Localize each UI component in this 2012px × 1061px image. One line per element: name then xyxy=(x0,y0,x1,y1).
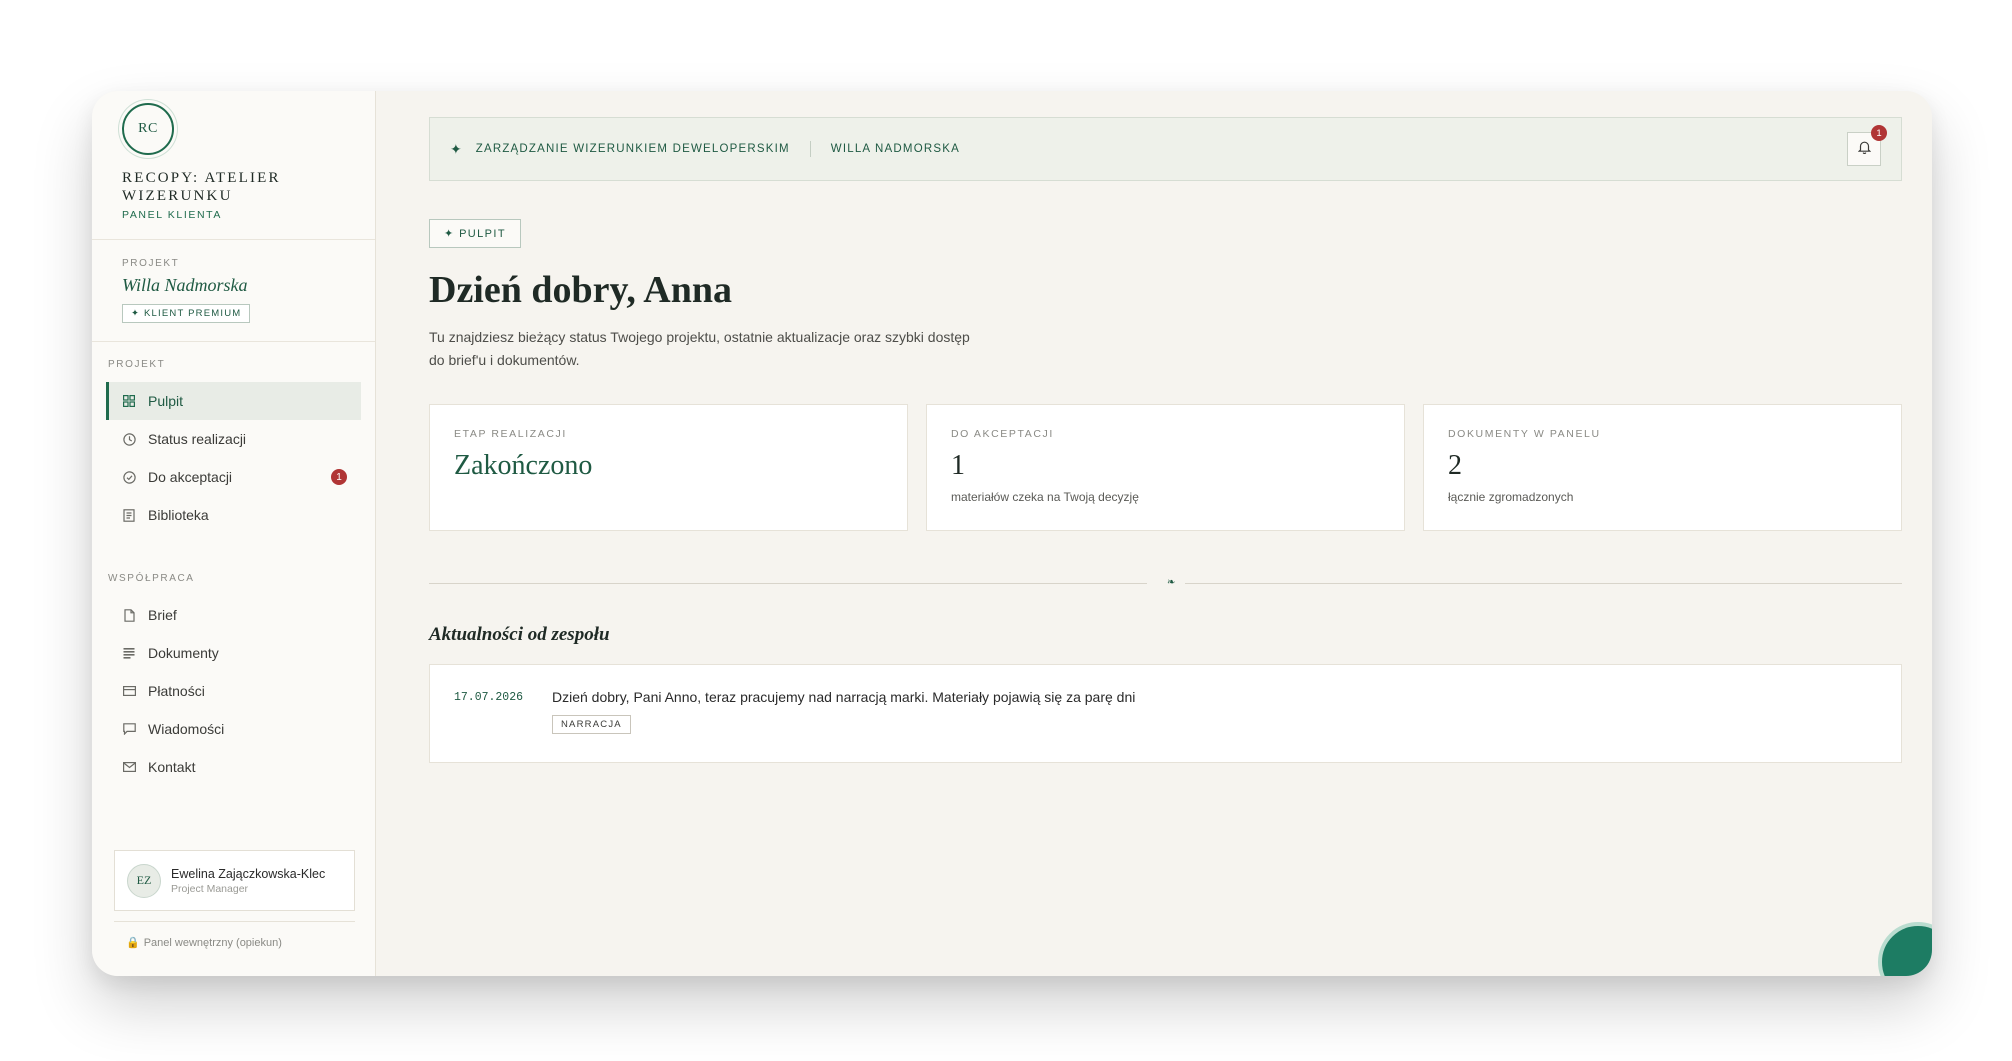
news-section-title: Aktualności od zespołu xyxy=(429,624,610,645)
sidebar-item-label: Pulpit xyxy=(148,393,184,409)
sidebar-item-pulpit[interactable]: Pulpit xyxy=(106,382,361,420)
ornament-icon: ❧ xyxy=(1167,577,1176,588)
documents-icon xyxy=(122,646,136,660)
stat-card-pending[interactable]: DO AKCEPTACJI 1 materiałów czeka na Twoj… xyxy=(926,404,1405,531)
ornament-divider: ❧ xyxy=(429,577,1902,588)
page-title: Dzień dobry, Anna xyxy=(429,269,733,311)
brand-logo[interactable]: RC xyxy=(122,103,174,155)
sidebar-item-label: Brief xyxy=(148,607,177,623)
sidebar-item-label: Kontakt xyxy=(148,759,196,775)
sidebar-item-wiadomosci[interactable]: Wiadomości xyxy=(106,710,361,748)
bell-icon xyxy=(1857,140,1871,159)
sidebar: RC RECOPY: ATELIER WIZERUNKU PANEL KLIEN… xyxy=(92,91,376,976)
stat-value: Zakończono xyxy=(454,450,593,481)
user-card[interactable]: EZ Ewelina Zajączkowska-Klec Project Man… xyxy=(114,850,355,911)
breadcrumb-separator xyxy=(809,141,811,157)
divider-line xyxy=(429,583,1147,584)
project-info: PROJEKT Willa Nadmorska ✦ KLIENT PREMIUM xyxy=(92,240,375,342)
message-icon xyxy=(122,722,136,736)
notification-count-badge: 1 xyxy=(1871,125,1887,141)
book-icon xyxy=(122,508,136,522)
stat-label: ETAP REALIZACJI xyxy=(454,428,567,440)
notifications-button[interactable]: 1 xyxy=(1847,125,1887,166)
news-item[interactable]: 17.07.2026 Dzień dobry, Pani Anno, teraz… xyxy=(429,664,1902,763)
mail-icon xyxy=(122,760,136,774)
sidebar-item-label: Biblioteka xyxy=(148,507,209,523)
chat-fab-button[interactable] xyxy=(1878,922,1932,976)
logo-initials: RC xyxy=(138,121,158,136)
project-name: Willa Nadmorska xyxy=(122,275,248,295)
nav-collaboration: WSPÓŁPRACA Brief Dokumenty Płatności Wia… xyxy=(92,556,375,786)
sidebar-item-label: Wiadomości xyxy=(148,721,225,737)
sidebar-item-biblioteka[interactable]: Biblioteka xyxy=(106,496,361,534)
nav-section-title: PROJEKT xyxy=(108,359,166,370)
sidebar-item-brief[interactable]: Brief xyxy=(106,596,361,634)
nav-project: PROJEKT Pulpit Status realizacji Do akce… xyxy=(92,342,375,534)
page-section-tag: ✦ PULPIT xyxy=(429,219,521,248)
file-icon xyxy=(122,608,136,622)
card-icon xyxy=(122,684,136,698)
internal-panel-link[interactable]: 🔒 Panel wewnętrzny (opiekun) xyxy=(114,921,355,949)
news-tag: NARRACJA xyxy=(552,715,631,734)
nav-section-title: WSPÓŁPRACA xyxy=(108,573,195,584)
brand-block: RC RECOPY: ATELIER WIZERUNKU PANEL KLIEN… xyxy=(92,91,375,240)
sparkle-icon: ✦ xyxy=(450,140,462,157)
clock-icon xyxy=(122,432,136,446)
news-date: 17.07.2026 xyxy=(454,691,524,704)
user-role: Project Manager xyxy=(171,882,249,895)
check-circle-icon xyxy=(122,470,136,484)
sidebar-item-dokumenty[interactable]: Dokumenty xyxy=(106,634,361,672)
brand-name: RECOPY: ATELIER WIZERUNKU xyxy=(122,170,281,204)
brand-subtitle: PANEL KLIENTA xyxy=(122,209,222,221)
sidebar-item-kontakt[interactable]: Kontakt xyxy=(106,748,361,786)
news-text: Dzień dobry, Pani Anno, teraz pracujemy … xyxy=(552,689,1136,705)
pending-count-badge: 1 xyxy=(331,469,347,485)
stat-value: 2 xyxy=(1448,450,1462,481)
app-window: RC RECOPY: ATELIER WIZERUNKU PANEL KLIEN… xyxy=(92,91,1932,976)
stat-label: DO AKCEPTACJI xyxy=(951,428,1054,440)
main-content: ✦ ZARZĄDZANIE WIZERUNKIEM DEWELOPERSKIM … xyxy=(376,91,1932,976)
sidebar-item-label: Status realizacji xyxy=(148,431,247,447)
avatar: EZ xyxy=(127,863,161,898)
stat-description: materiałów czeka na Twoją decyzję xyxy=(951,490,1139,504)
stat-description: łącznie zgromadzonych xyxy=(1448,490,1574,504)
breadcrumb-project[interactable]: WILLA NADMORSKA xyxy=(831,143,960,155)
topbar: ✦ ZARZĄDZANIE WIZERUNKIEM DEWELOPERSKIM … xyxy=(429,117,1902,181)
sidebar-item-label: Płatności xyxy=(148,683,205,699)
lock-icon: 🔒 xyxy=(126,937,140,949)
premium-badge: ✦ KLIENT PREMIUM xyxy=(122,304,251,323)
stats-cards: ETAP REALIZACJI Zakończono DO AKCEPTACJI… xyxy=(429,404,1902,531)
grid-icon xyxy=(122,394,136,408)
sidebar-item-status[interactable]: Status realizacji xyxy=(106,420,361,458)
stat-card-stage[interactable]: ETAP REALIZACJI Zakończono xyxy=(429,404,908,531)
stat-card-documents[interactable]: DOKUMENTY W PANELU 2 łącznie zgromadzony… xyxy=(1423,404,1902,531)
project-label: PROJEKT xyxy=(122,258,180,269)
breadcrumb-service[interactable]: ZARZĄDZANIE WIZERUNKIEM DEWELOPERSKIM xyxy=(476,143,790,155)
divider-line xyxy=(1185,583,1902,584)
internal-panel-label: Panel wewnętrzny (opiekun) xyxy=(143,936,282,949)
sidebar-item-platnosci[interactable]: Płatności xyxy=(106,672,361,710)
page-intro: Tu znajdziesz bieżący status Twojego pro… xyxy=(429,329,970,368)
stat-label: DOKUMENTY W PANELU xyxy=(1448,428,1601,440)
sidebar-item-do-akceptacji[interactable]: Do akceptacji 1 xyxy=(106,458,361,496)
user-name: Ewelina Zajączkowska-Klec xyxy=(171,866,326,881)
sidebar-item-label: Do akceptacji xyxy=(148,469,233,485)
stat-value: 1 xyxy=(951,450,965,481)
sidebar-item-label: Dokumenty xyxy=(148,645,219,661)
